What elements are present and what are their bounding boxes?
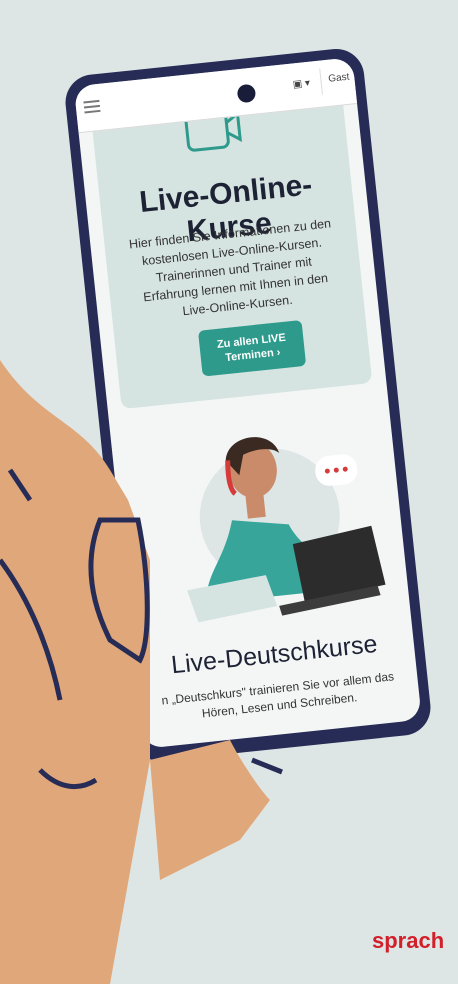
hand-illustration [0,360,283,984]
brand-logo: sprach [372,928,445,953]
scene: Live-Online-Kurse Hier finden Sie Inform… [0,0,458,984]
